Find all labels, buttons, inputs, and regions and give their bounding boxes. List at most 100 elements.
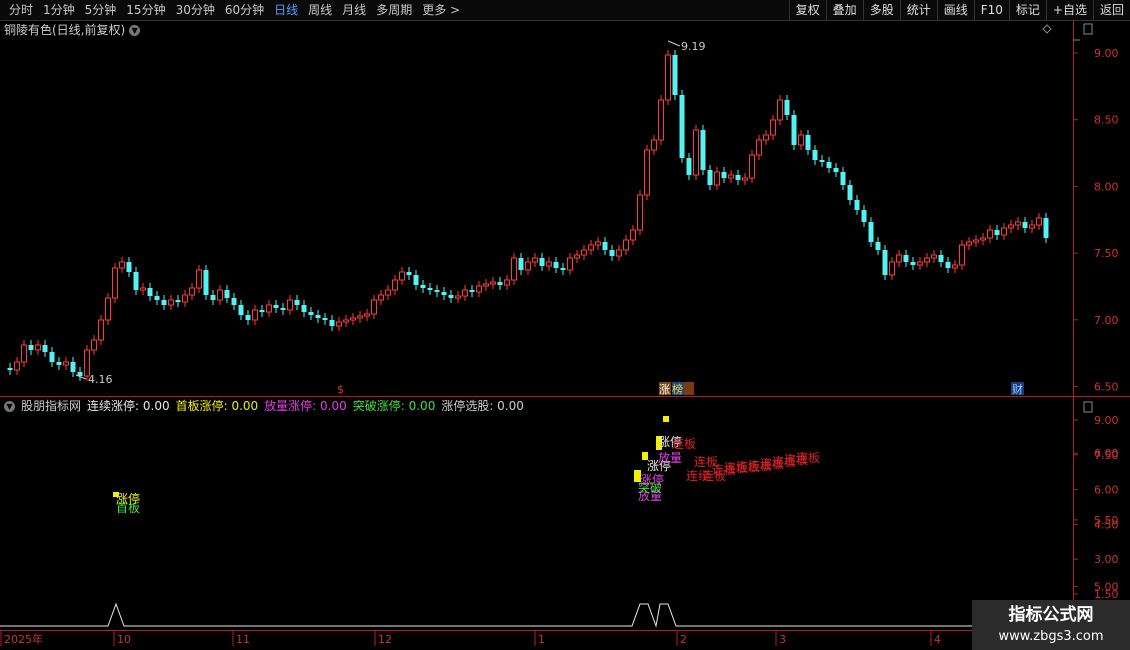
candle-body bbox=[1029, 224, 1035, 229]
candle-body bbox=[287, 299, 293, 311]
badge-bang[interactable]: 榜 bbox=[672, 382, 683, 396]
candle-body bbox=[791, 115, 797, 145]
candle-body bbox=[385, 289, 391, 296]
candle-body bbox=[525, 261, 531, 271]
candle-body bbox=[301, 305, 307, 312]
candle-body bbox=[329, 320, 335, 326]
signal-label-shouban: 首板 bbox=[116, 501, 140, 515]
candle-body bbox=[1022, 222, 1028, 228]
candle-body bbox=[441, 292, 447, 295]
candle-body bbox=[910, 262, 916, 265]
kline-chart[interactable]: 9.008.508.007.507.006.506.005.505.004.50… bbox=[0, 0, 1130, 650]
indicator-tick-label: 6.00 bbox=[1094, 484, 1119, 497]
candle-body bbox=[42, 345, 48, 352]
candle-body bbox=[742, 177, 748, 181]
candle-body bbox=[847, 185, 853, 200]
candle-body bbox=[294, 300, 300, 305]
candle-body bbox=[777, 99, 783, 121]
indicator-tick-label: 7.50 bbox=[1094, 449, 1119, 462]
candle-body bbox=[735, 175, 741, 180]
candle-body bbox=[315, 315, 321, 318]
indicator-tick-label: 9.00 bbox=[1094, 414, 1119, 427]
candle-body bbox=[154, 296, 160, 300]
candle-body bbox=[511, 257, 517, 281]
candle-body bbox=[980, 237, 986, 241]
price-tick-label: 6.50 bbox=[1094, 381, 1119, 394]
panel-icon[interactable] bbox=[1083, 23, 1093, 35]
candle-body bbox=[665, 54, 671, 101]
candle-body bbox=[112, 267, 118, 299]
candle-body bbox=[1008, 224, 1014, 229]
candle-body bbox=[119, 261, 125, 269]
candle-body bbox=[406, 272, 412, 275]
candle-body bbox=[616, 249, 622, 257]
candle-body bbox=[427, 288, 433, 290]
candle-body bbox=[532, 257, 538, 263]
candle-body bbox=[322, 318, 328, 320]
price-tick-label: 7.00 bbox=[1094, 314, 1119, 327]
candle-body bbox=[707, 170, 713, 185]
candle-body bbox=[987, 229, 993, 239]
candle-body bbox=[196, 269, 202, 289]
candle-body bbox=[819, 160, 825, 162]
signal-label-zhangting: 涨停 bbox=[640, 472, 664, 487]
badge-zhang[interactable]: 涨 bbox=[659, 383, 670, 396]
date-tick-label: 2 bbox=[680, 633, 687, 646]
date-tick-label: 10 bbox=[117, 633, 131, 646]
candle-body bbox=[1043, 218, 1049, 238]
signal-pulse-line bbox=[0, 602, 1073, 628]
candle-body bbox=[308, 312, 314, 315]
candle-body bbox=[602, 242, 608, 250]
candle-body bbox=[357, 315, 363, 319]
high-pointer bbox=[667, 40, 681, 47]
signal-bar bbox=[663, 416, 669, 422]
candle-body bbox=[28, 345, 34, 350]
candle-body bbox=[924, 257, 930, 263]
diamond-icon[interactable] bbox=[1042, 24, 1052, 34]
watermark-title: 指标公式网 bbox=[1008, 605, 1094, 625]
candle-body bbox=[217, 289, 223, 301]
candle-body bbox=[490, 281, 496, 285]
candle-body bbox=[14, 361, 20, 371]
candle-body bbox=[784, 100, 790, 115]
candle-body bbox=[91, 339, 97, 351]
signal-label-fangliang: 放量 bbox=[658, 450, 682, 465]
candle-body bbox=[476, 285, 482, 293]
candle-body bbox=[574, 254, 580, 259]
candle-body bbox=[497, 282, 503, 285]
candle-body bbox=[553, 262, 559, 268]
candle-body bbox=[168, 299, 174, 306]
date-tick-label: 11 bbox=[236, 633, 250, 646]
candle-body bbox=[959, 244, 965, 266]
date-tick-label: 1 bbox=[538, 633, 545, 646]
candle-body bbox=[812, 150, 818, 160]
date-tick-label: 2025年 bbox=[4, 632, 43, 646]
badge-cai[interactable]: 财 bbox=[1012, 382, 1023, 396]
candle-body bbox=[749, 154, 755, 179]
candle-body bbox=[1036, 217, 1042, 226]
candle-body bbox=[399, 271, 405, 281]
candle-body bbox=[889, 261, 895, 276]
candle-body bbox=[252, 309, 258, 321]
candle-body bbox=[728, 174, 734, 179]
candle-body bbox=[210, 295, 216, 300]
panel-icon[interactable] bbox=[1083, 401, 1093, 413]
candle-body bbox=[273, 305, 279, 308]
price-tick-label: 9.00 bbox=[1094, 47, 1119, 60]
candle-body bbox=[483, 283, 489, 287]
candle-body bbox=[35, 344, 41, 351]
candle-body bbox=[336, 321, 342, 327]
candle-body bbox=[609, 250, 615, 256]
candle-body bbox=[644, 149, 650, 196]
candle-body bbox=[595, 241, 601, 246]
candle-body bbox=[98, 319, 104, 341]
candle-body bbox=[126, 262, 132, 272]
candle-body bbox=[903, 255, 909, 262]
candle-body bbox=[203, 270, 209, 295]
indicator-tick-label: 3.00 bbox=[1094, 553, 1119, 566]
candle-body bbox=[105, 297, 111, 321]
candle-body bbox=[49, 352, 55, 362]
candle-body bbox=[413, 275, 419, 285]
candle-body bbox=[231, 298, 237, 305]
badge-dollar[interactable]: $ bbox=[337, 383, 344, 396]
